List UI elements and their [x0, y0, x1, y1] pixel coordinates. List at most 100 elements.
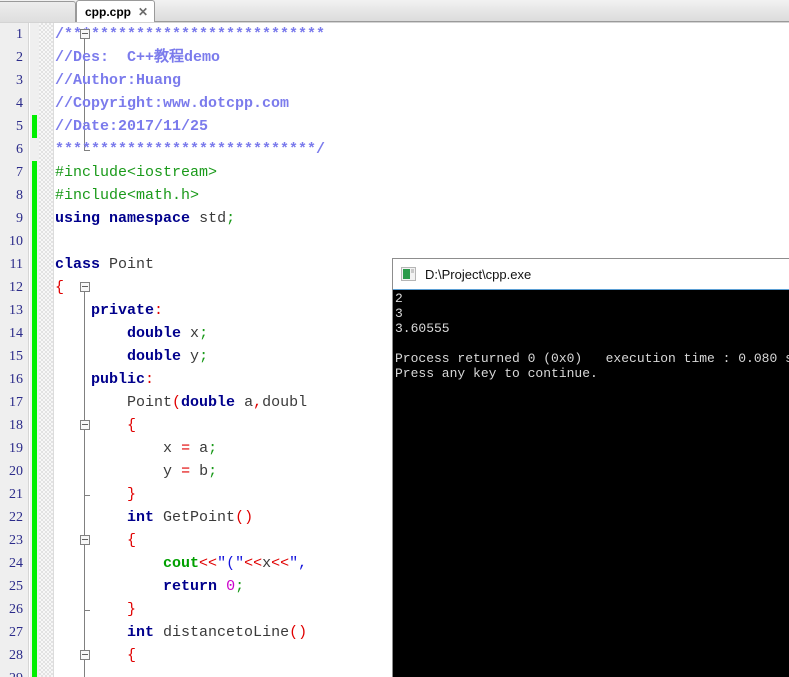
- console-output-line: [395, 336, 789, 351]
- tab-clipped-container: e ✕: [0, 1, 76, 22]
- console-output-line: 2: [395, 291, 789, 306]
- console-output-line: 3: [395, 306, 789, 321]
- code-line[interactable]: private:: [55, 299, 163, 322]
- change-marker: [32, 552, 37, 575]
- code-line[interactable]: return 0;: [55, 575, 244, 598]
- line-number: 17: [0, 391, 23, 414]
- code-line[interactable]: //Date:2017/11/25: [55, 115, 208, 138]
- line-number: 15: [0, 345, 23, 368]
- console-output-line: Press any key to continue.: [395, 366, 789, 381]
- change-marker: [32, 529, 37, 552]
- code-line[interactable]: *****************************/: [55, 138, 325, 161]
- line-number: 9: [0, 207, 23, 230]
- tab-inactive-partial[interactable]: e ✕: [0, 1, 76, 22]
- console-output-area: 233.60555 Process returned 0 (0x0) execu…: [393, 290, 789, 677]
- console-window[interactable]: D:\Project\cpp.exe 233.60555 Process ret…: [392, 258, 789, 677]
- code-line[interactable]: x = a;: [55, 437, 217, 460]
- code-line[interactable]: int distancetoLine(): [55, 621, 307, 644]
- change-marker: [32, 506, 37, 529]
- change-marker: [32, 276, 37, 299]
- line-number: 25: [0, 575, 23, 598]
- fold-toggle-icon[interactable]: [80, 282, 90, 292]
- line-number: 28: [0, 644, 23, 667]
- change-marker-gutter: [30, 23, 39, 677]
- line-number: 3: [0, 69, 23, 92]
- line-number: 18: [0, 414, 23, 437]
- change-marker: [32, 161, 37, 184]
- line-number: 12: [0, 276, 23, 299]
- line-number: 22: [0, 506, 23, 529]
- tab-cpp-cpp[interactable]: cpp.cpp ✕: [76, 0, 155, 22]
- console-title-text: D:\Project\cpp.exe: [425, 267, 531, 282]
- code-line[interactable]: y = b;: [55, 460, 217, 483]
- line-number: 26: [0, 598, 23, 621]
- change-marker: [32, 575, 37, 598]
- code-line[interactable]: //Author:Huang: [55, 69, 181, 92]
- code-line[interactable]: //Copyright:www.dotcpp.com: [55, 92, 289, 115]
- code-line[interactable]: #include<iostream>: [55, 161, 217, 184]
- code-line[interactable]: cout<<"("<<x<<",: [55, 552, 307, 575]
- line-number: 19: [0, 437, 23, 460]
- change-marker: [32, 437, 37, 460]
- fold-toggle-icon[interactable]: [80, 535, 90, 545]
- code-line[interactable]: /*****************************: [55, 23, 325, 46]
- line-number: 5: [0, 115, 23, 138]
- console-title-bar[interactable]: D:\Project\cpp.exe: [393, 259, 789, 290]
- change-marker: [32, 667, 37, 677]
- tab-label: cpp.cpp: [85, 5, 131, 19]
- fold-toggle-icon[interactable]: [80, 420, 90, 430]
- fold-toggle-icon[interactable]: [80, 650, 90, 660]
- code-line[interactable]: {: [55, 529, 136, 552]
- code-line[interactable]: #include<math.h>: [55, 184, 199, 207]
- line-number: 20: [0, 460, 23, 483]
- fold-toggle-icon[interactable]: [80, 29, 90, 39]
- code-line[interactable]: double x;: [55, 322, 208, 345]
- code-folding-gutter[interactable]: [39, 23, 54, 677]
- line-number: 10: [0, 230, 23, 253]
- editor-tab-bar: e ✕ cpp.cpp ✕: [0, 0, 789, 22]
- tab-strip: e ✕ cpp.cpp ✕: [0, 0, 155, 22]
- line-number: 23: [0, 529, 23, 552]
- change-marker: [32, 368, 37, 391]
- line-number: 6: [0, 138, 23, 161]
- line-number: 4: [0, 92, 23, 115]
- code-line[interactable]: //Des: C++教程demo: [55, 46, 220, 69]
- change-marker: [32, 644, 37, 667]
- line-number: 21: [0, 483, 23, 506]
- code-line[interactable]: {: [55, 644, 136, 667]
- change-marker: [32, 414, 37, 437]
- change-marker: [32, 184, 37, 207]
- code-line[interactable]: public:: [55, 368, 154, 391]
- change-marker: [32, 345, 37, 368]
- line-number: 8: [0, 184, 23, 207]
- code-line[interactable]: {: [55, 414, 136, 437]
- change-marker: [32, 460, 37, 483]
- console-output-line: 3.60555: [395, 321, 789, 336]
- change-marker: [32, 598, 37, 621]
- console-output-line: Process returned 0 (0x0) execution time …: [395, 351, 789, 366]
- tab-close-icon[interactable]: ✕: [138, 6, 148, 18]
- code-line[interactable]: int GetPoint(): [55, 506, 253, 529]
- change-marker: [32, 621, 37, 644]
- line-number: 24: [0, 552, 23, 575]
- code-line[interactable]: class Point: [55, 253, 154, 276]
- line-number: 14: [0, 322, 23, 345]
- line-number: 2: [0, 46, 23, 69]
- change-marker: [32, 391, 37, 414]
- line-number: 27: [0, 621, 23, 644]
- code-line[interactable]: {: [55, 276, 64, 299]
- line-number: 7: [0, 161, 23, 184]
- code-line[interactable]: Point(double a,doubl: [55, 391, 307, 414]
- code-line[interactable]: }: [55, 598, 136, 621]
- change-marker: [32, 483, 37, 506]
- code-line[interactable]: using namespace std;: [55, 207, 235, 230]
- code-line[interactable]: }: [55, 483, 136, 506]
- line-number: 1: [0, 23, 23, 46]
- line-number: 13: [0, 299, 23, 322]
- change-marker: [32, 207, 37, 230]
- line-number: 16: [0, 368, 23, 391]
- code-line[interactable]: double y;: [55, 345, 208, 368]
- change-marker: [32, 322, 37, 345]
- line-number: 29: [0, 667, 23, 677]
- line-number-gutter: 1234567891011121314151617181920212223242…: [0, 23, 29, 677]
